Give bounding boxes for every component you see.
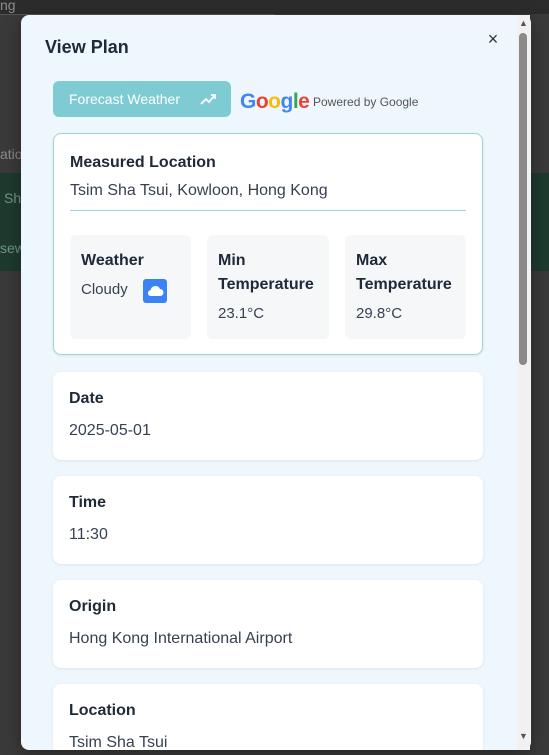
max-temperature-value: 29.8°C	[356, 305, 403, 322]
max-temperature-subcard: Max Temperature 29.8°C	[345, 235, 466, 339]
time-card: Time 11:30	[53, 476, 483, 564]
weather-value: Cloudy	[81, 281, 128, 298]
background-text: atio	[0, 146, 23, 162]
date-card: Date 2025-05-01	[53, 372, 483, 460]
location-card: Location Tsim Sha Tsui	[53, 684, 483, 750]
location-label: Location	[69, 702, 136, 719]
background-topbar	[0, 0, 549, 14]
background-text: ng	[0, 0, 16, 13]
min-temperature-subcard: Min Temperature 23.1°C	[207, 235, 329, 339]
scroll-up-arrow-icon[interactable]: ▲	[519, 18, 528, 28]
date-value: 2025-05-01	[69, 422, 151, 439]
date-label: Date	[69, 390, 104, 407]
google-logo: Google	[240, 90, 310, 113]
time-value: 11:30	[69, 526, 108, 543]
view-plan-modal: View Plan × Forecast Weather Google Powe…	[21, 15, 531, 750]
measured-location-label: Measured Location	[70, 154, 216, 171]
background-text: Sh	[4, 190, 22, 206]
weather-subcard: Weather Cloudy	[70, 235, 191, 339]
powered-by-google-text: Powered by Google	[313, 95, 419, 109]
location-value: Tsim Sha Tsui	[69, 734, 168, 750]
origin-label: Origin	[69, 598, 117, 615]
scrollbar-thumb[interactable]	[519, 33, 527, 365]
max-temperature-label: Max Temperature	[356, 252, 452, 293]
time-label: Time	[69, 494, 107, 511]
origin-value: Hong Kong International Airport	[69, 630, 293, 647]
divider	[70, 210, 466, 211]
trend-icon	[200, 94, 216, 105]
min-temperature-value: 23.1°C	[218, 305, 265, 322]
scroll-down-arrow-icon[interactable]: ▼	[519, 731, 528, 741]
forecast-weather-label: Forecast Weather	[69, 91, 181, 107]
weather-label: Weather	[81, 252, 144, 269]
measured-location-value: Tsim Sha Tsui, Kowloon, Hong Kong	[70, 182, 328, 199]
origin-card: Origin Hong Kong International Airport	[53, 580, 483, 668]
close-button[interactable]: ×	[483, 29, 503, 49]
measured-location-card: Measured Location Tsim Sha Tsui, Kowloon…	[53, 133, 483, 355]
modal-title: View Plan	[45, 37, 129, 57]
forecast-weather-button[interactable]: Forecast Weather	[53, 81, 231, 117]
cloud-icon	[143, 279, 167, 303]
min-temperature-label: Min Temperature	[218, 252, 314, 293]
